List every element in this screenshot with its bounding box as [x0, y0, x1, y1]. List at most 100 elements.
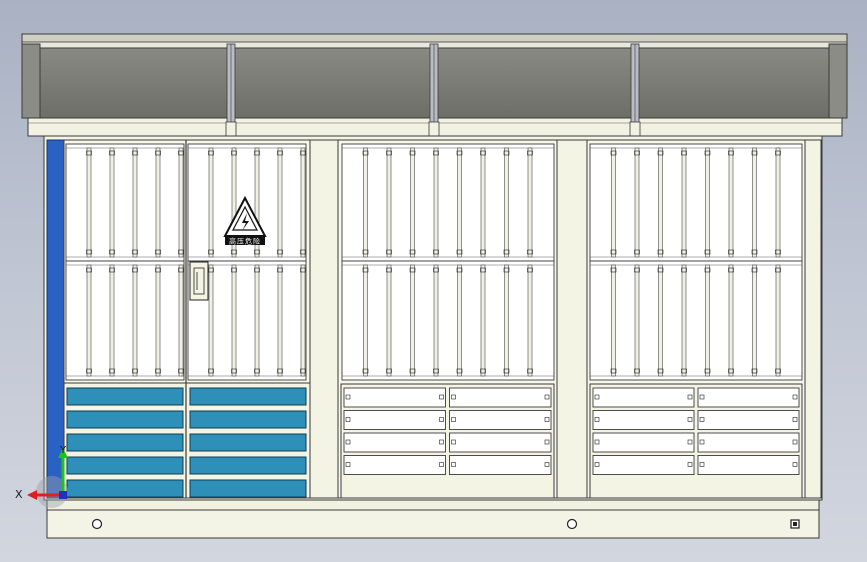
column-divider-1 — [309, 139, 339, 499]
louver-slat — [300, 264, 306, 377]
lower-panel — [697, 410, 800, 430]
louver-slat — [480, 264, 486, 377]
louver-slat — [504, 147, 509, 258]
lower-panel — [592, 410, 695, 430]
louver-slat — [363, 264, 368, 377]
louver-slat — [208, 264, 214, 377]
louver-slat — [457, 264, 462, 377]
lower-panel — [449, 455, 552, 475]
roof-bracket — [225, 121, 237, 137]
louver-slat — [410, 264, 415, 377]
louver-slat — [504, 264, 509, 377]
louver-slat — [109, 264, 115, 377]
louver-slat — [410, 147, 415, 258]
louver-slat — [178, 264, 184, 377]
vent-panel — [66, 410, 184, 429]
louver-panel — [341, 143, 555, 262]
lower-panel — [592, 432, 695, 453]
louver-slat — [752, 147, 757, 258]
lifting-hole-center — [566, 518, 578, 530]
warning-sign-caption: 高压危险 — [229, 237, 261, 246]
louver-slat — [363, 147, 368, 258]
louver-slat — [132, 264, 138, 377]
lower-panel — [449, 410, 552, 430]
louver-slat — [634, 264, 640, 377]
vent-panel — [189, 433, 307, 452]
louver-slat — [277, 147, 283, 258]
louver-slat — [728, 147, 734, 258]
louver-slat — [433, 264, 439, 377]
louver-slat — [457, 147, 462, 258]
lower-panel — [592, 455, 695, 475]
louver-panel — [589, 143, 803, 262]
louver-slat — [155, 147, 161, 258]
louver-slat — [386, 264, 392, 377]
door-bay-left[interactable]: 高压危险 — [63, 139, 311, 499]
louver-slat — [208, 147, 214, 258]
louver-slat — [178, 147, 184, 258]
vent-panel — [66, 456, 184, 475]
vent-panel — [189, 410, 307, 429]
louver-slat — [658, 147, 663, 258]
louver-slat — [386, 147, 392, 258]
x-axis-label: X — [15, 488, 23, 501]
louver-slat — [611, 264, 616, 377]
louver-slat — [86, 147, 92, 258]
right-edge-column — [804, 139, 822, 499]
vent-panel — [66, 387, 184, 406]
roof — [21, 33, 848, 137]
louver-panel — [65, 260, 185, 381]
door-bay-right[interactable] — [586, 139, 806, 499]
vent-panel — [66, 433, 184, 452]
louver-panel — [65, 143, 185, 262]
louver-slat — [155, 264, 161, 377]
base-plinth — [46, 497, 820, 539]
lower-panel — [592, 387, 695, 408]
vent-panel — [189, 479, 307, 498]
lower-panel — [449, 432, 552, 453]
column-divider-2 — [556, 139, 588, 499]
louver-slat — [705, 147, 710, 258]
lower-panel — [449, 387, 552, 408]
lower-panel — [697, 455, 800, 475]
louver-slat — [109, 147, 115, 258]
y-axis-label: Y — [59, 445, 67, 456]
lower-panel — [697, 387, 800, 408]
door-bay-middle[interactable] — [337, 139, 558, 499]
louver-slat — [775, 264, 781, 377]
vent-panel — [189, 456, 307, 475]
lifting-hole-left — [91, 518, 103, 530]
louver-slat — [132, 147, 138, 258]
louver-slat — [231, 264, 237, 377]
louver-slat — [86, 264, 92, 377]
louver-slat — [277, 264, 283, 377]
roof-bracket — [428, 121, 440, 137]
louver-slat — [634, 147, 640, 258]
lower-panel — [343, 410, 446, 430]
louver-slat — [681, 147, 687, 258]
lower-panel — [697, 432, 800, 453]
lower-panel — [343, 387, 446, 408]
vent-panel — [66, 479, 184, 498]
louver-slat — [681, 264, 687, 377]
louver-panel — [589, 260, 803, 381]
louver-slat — [775, 147, 781, 258]
louver-slat — [480, 147, 486, 258]
louver-slat — [728, 264, 734, 377]
louver-slat — [300, 147, 306, 258]
vent-panel — [189, 387, 307, 406]
lower-panel — [343, 455, 446, 475]
louver-slat — [254, 264, 260, 377]
roof-bracket — [629, 121, 641, 137]
louver-slat — [527, 147, 533, 258]
cad-viewport[interactable]: 高压危险 Y X — [0, 0, 867, 562]
louver-panel — [341, 260, 555, 381]
louver-slat — [433, 147, 439, 258]
louver-slat — [752, 264, 757, 377]
lower-panel — [343, 432, 446, 453]
substation-front-elevation: 高压危险 Y X — [15, 33, 848, 539]
louver-slat — [658, 264, 663, 377]
louver-slat — [527, 264, 533, 377]
louver-slat — [705, 264, 710, 377]
louver-slat — [611, 147, 616, 258]
